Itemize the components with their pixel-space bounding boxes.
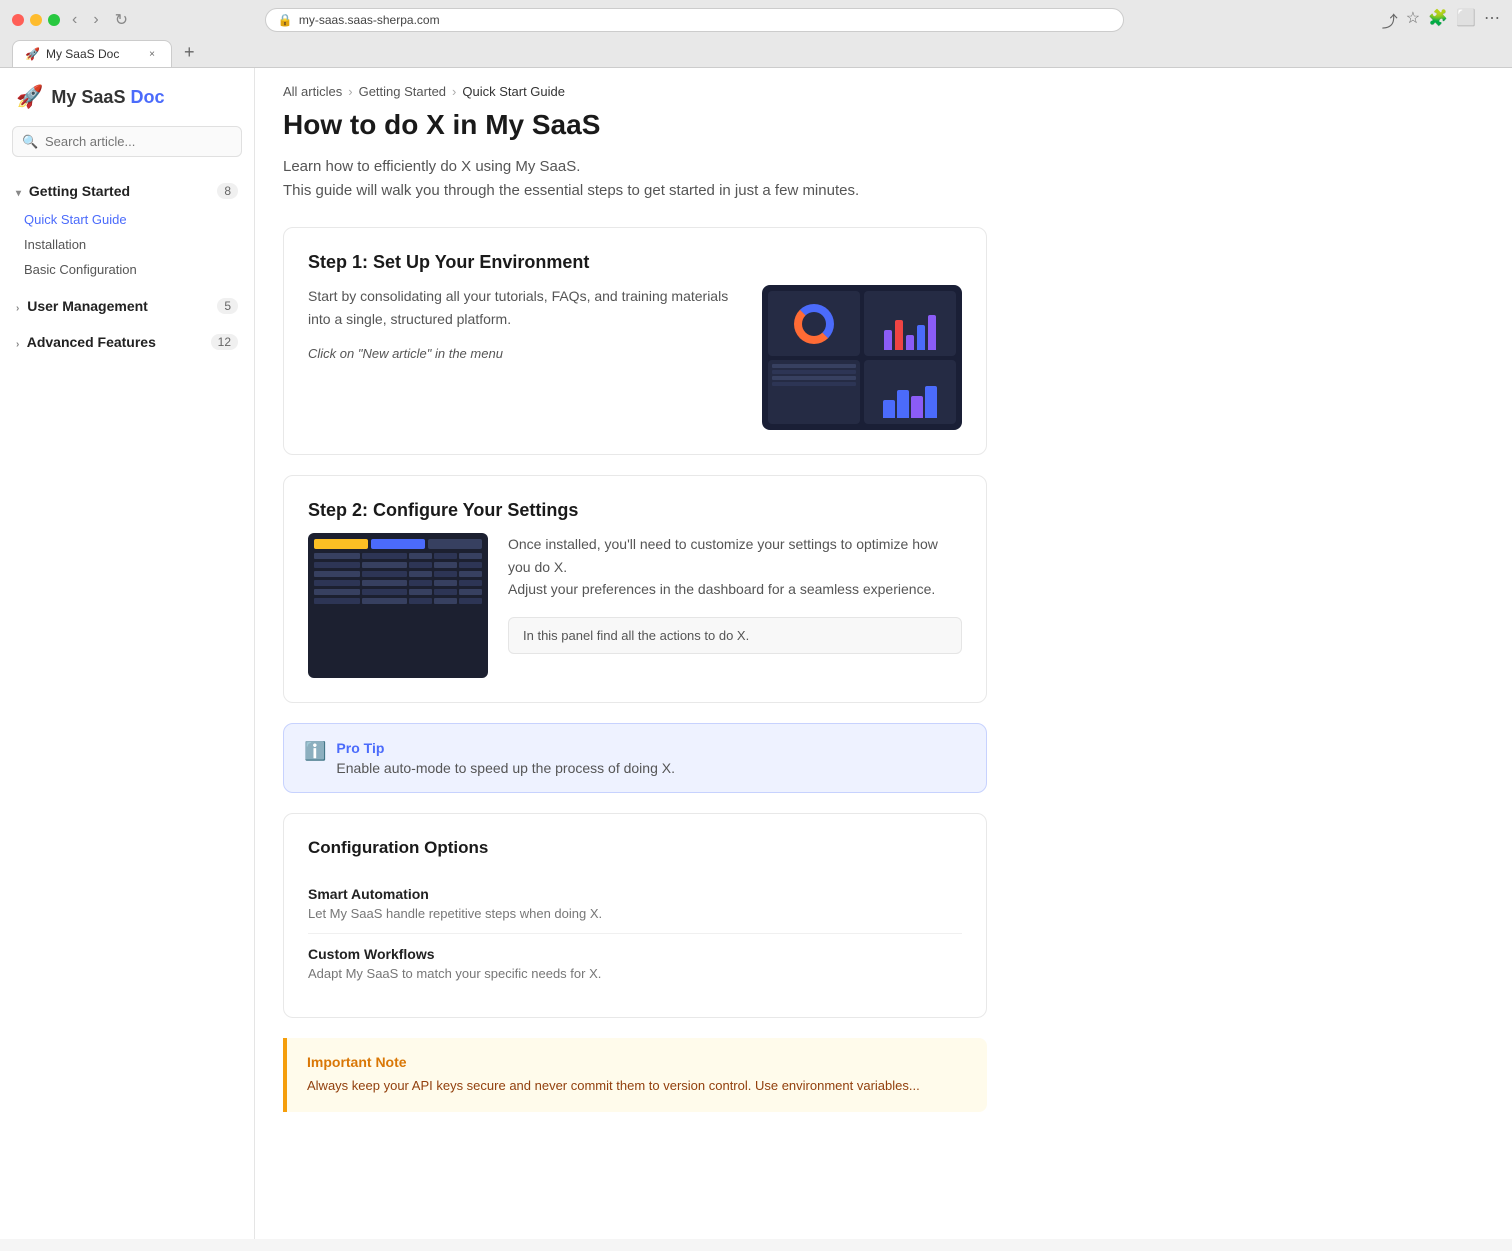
- search-input[interactable]: [12, 126, 242, 157]
- nav-item-installation[interactable]: Installation: [0, 232, 254, 257]
- back-button[interactable]: ‹: [68, 9, 81, 31]
- breadcrumb-separator-1: ›: [348, 84, 352, 99]
- nav-section-getting-started-label: Getting Started: [29, 183, 130, 199]
- config-item-1: Smart Automation Let My SaaS handle repe…: [308, 874, 962, 934]
- chevron-right-icon: ›: [16, 303, 19, 314]
- info-icon: ℹ️: [304, 741, 326, 762]
- important-label: Important Note: [307, 1054, 967, 1070]
- chevron-right-icon-2: ›: [16, 339, 19, 350]
- breadcrumb-separator-2: ›: [452, 84, 456, 99]
- nav-section-user-management: › User Management 5: [0, 288, 254, 324]
- step1-screenshot: [762, 285, 962, 430]
- article-intro-line1: Learn how to efficiently do X using My S…: [283, 158, 580, 175]
- nav-section-user-management-badge: 5: [217, 298, 238, 314]
- breadcrumb-all-articles[interactable]: All articles: [283, 84, 342, 99]
- article-intro-line2: This guide will walk you through the ess…: [283, 182, 859, 199]
- tab-bar: 🚀 My SaaS Doc × +: [12, 38, 1500, 67]
- important-note-card: Important Note Always keep your API keys…: [283, 1038, 987, 1112]
- step2-desc: Once installed, you'll need to customize…: [508, 533, 962, 600]
- pro-tip-card: ℹ️ Pro Tip Enable auto-mode to speed up …: [283, 723, 987, 793]
- url-text: my-saas.saas-sherpa.com: [299, 13, 440, 27]
- forward-button[interactable]: ›: [89, 9, 102, 31]
- nav-section-advanced-features: › Advanced Features 12: [0, 324, 254, 360]
- nav-section-getting-started-badge: 8: [217, 183, 238, 199]
- sidebar-icon[interactable]: ⬜: [1456, 8, 1476, 32]
- step2-callout: In this panel find all the actions to do…: [508, 617, 962, 654]
- bookmark-icon[interactable]: ☆: [1406, 8, 1420, 32]
- article-body: How to do X in My SaaS Learn how to effi…: [255, 107, 1015, 1172]
- config-item-2-title: Custom Workflows: [308, 946, 962, 962]
- step2-inner: Once installed, you'll need to customize…: [308, 533, 962, 678]
- step1-card: Step 1: Set Up Your Environment Start by…: [283, 227, 987, 455]
- logo: 🚀 My SaaS Doc: [0, 84, 254, 126]
- extensions-icon[interactable]: 🧩: [1428, 8, 1448, 32]
- menu-icon[interactable]: ⋯: [1484, 8, 1500, 32]
- important-text: Always keep your API keys secure and nev…: [307, 1076, 967, 1096]
- nav-section-user-management-label: User Management: [27, 298, 148, 314]
- config-item-2: Custom Workflows Adapt My SaaS to match …: [308, 934, 962, 993]
- share-icon[interactable]: ⤴: [1382, 8, 1398, 32]
- article-title: How to do X in My SaaS: [283, 107, 987, 143]
- nav-section-getting-started: ▾ Getting Started 8 Quick Start Guide In…: [0, 173, 254, 288]
- reload-button[interactable]: ↻: [111, 8, 132, 32]
- search-box: 🔍: [12, 126, 242, 157]
- breadcrumb: All articles › Getting Started › Quick S…: [255, 68, 1512, 107]
- browser-chrome: ‹ › ↻ 🔒 my-saas.saas-sherpa.com ⤴ ☆ 🧩 ⬜ …: [0, 0, 1512, 68]
- titlebar: ‹ › ↻ 🔒 my-saas.saas-sherpa.com ⤴ ☆ 🧩 ⬜ …: [12, 8, 1500, 32]
- step1-title: Step 1: Set Up Your Environment: [308, 252, 962, 273]
- nav-section-user-management-header[interactable]: › User Management 5: [0, 292, 254, 320]
- nav-section-advanced-features-header[interactable]: › Advanced Features 12: [0, 328, 254, 356]
- tab-close-button[interactable]: ×: [145, 47, 159, 61]
- new-tab-button[interactable]: +: [176, 38, 203, 67]
- nav-item-quick-start-guide[interactable]: Quick Start Guide: [0, 207, 254, 232]
- breadcrumb-getting-started[interactable]: Getting Started: [359, 84, 446, 99]
- config-card: Configuration Options Smart Automation L…: [283, 813, 987, 1018]
- chevron-down-icon: ▾: [16, 188, 21, 199]
- step1-text: Start by consolidating all your tutorial…: [308, 285, 742, 361]
- nav-section-advanced-features-badge: 12: [211, 334, 238, 350]
- step2-desc-line1: Once installed, you'll need to customize…: [508, 536, 938, 574]
- step2-card: Step 2: Configure Your Settings: [283, 475, 987, 703]
- pro-tip-label: Pro Tip: [336, 740, 675, 756]
- active-tab[interactable]: 🚀 My SaaS Doc ×: [12, 40, 172, 67]
- config-item-1-title: Smart Automation: [308, 886, 962, 902]
- main-content: All articles › Getting Started › Quick S…: [255, 68, 1512, 1239]
- app-container: 🚀 My SaaS Doc 🔍 ▾ Getting Started 8 Quic…: [0, 68, 1512, 1239]
- step1-action: Click on "New article" in the menu: [308, 346, 742, 361]
- logo-text: My SaaS Doc: [51, 87, 164, 108]
- tab-favicon: 🚀: [25, 47, 40, 61]
- address-bar[interactable]: 🔒 my-saas.saas-sherpa.com: [265, 8, 1124, 32]
- step2-text: Once installed, you'll need to customize…: [508, 533, 962, 653]
- nav-item-basic-configuration[interactable]: Basic Configuration: [0, 257, 254, 282]
- close-window-button[interactable]: [12, 14, 24, 26]
- logo-text-accent: Doc: [125, 87, 164, 107]
- breadcrumb-current: Quick Start Guide: [462, 84, 565, 99]
- pro-tip-text: Enable auto-mode to speed up the process…: [336, 760, 675, 776]
- sidebar: 🚀 My SaaS Doc 🔍 ▾ Getting Started 8 Quic…: [0, 68, 255, 1239]
- config-item-1-desc: Let My SaaS handle repetitive steps when…: [308, 906, 962, 921]
- search-icon: 🔍: [22, 134, 38, 150]
- config-item-2-desc: Adapt My SaaS to match your specific nee…: [308, 966, 962, 981]
- nav-section-getting-started-header[interactable]: ▾ Getting Started 8: [0, 177, 254, 205]
- browser-toolbar-icons: ⤴ ☆ 🧩 ⬜ ⋯: [1382, 8, 1500, 32]
- config-title: Configuration Options: [308, 838, 962, 858]
- step1-inner: Start by consolidating all your tutorial…: [308, 285, 962, 430]
- step2-screenshot: [308, 533, 488, 678]
- step2-title: Step 2: Configure Your Settings: [308, 500, 962, 521]
- maximize-window-button[interactable]: [48, 14, 60, 26]
- minimize-window-button[interactable]: [30, 14, 42, 26]
- step2-callout-text: In this panel find all the actions to do…: [523, 628, 749, 643]
- tab-title: My SaaS Doc: [46, 47, 119, 61]
- logo-icon: 🚀: [16, 84, 43, 110]
- nav-section-advanced-features-label: Advanced Features: [27, 334, 156, 350]
- logo-text-normal: My SaaS: [51, 87, 125, 107]
- step2-desc-line2: Adjust your preferences in the dashboard…: [508, 581, 935, 597]
- pro-tip-content: Pro Tip Enable auto-mode to speed up the…: [336, 740, 675, 776]
- article-intro: Learn how to efficiently do X using My S…: [283, 155, 987, 203]
- lock-icon: 🔒: [278, 13, 293, 27]
- step1-desc: Start by consolidating all your tutorial…: [308, 285, 742, 330]
- traffic-lights: [12, 14, 60, 26]
- nav-sub-items-getting-started: Quick Start Guide Installation Basic Con…: [0, 205, 254, 284]
